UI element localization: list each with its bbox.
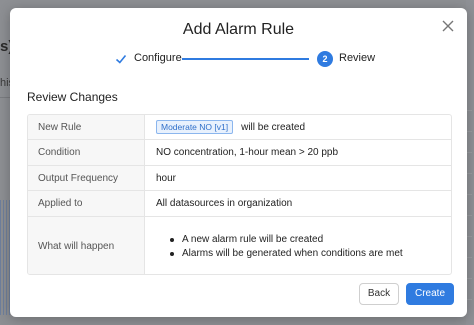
table-row-output-frequency: Output Frequency hour xyxy=(28,166,451,191)
row-label: What will happen xyxy=(28,217,145,274)
table-row-condition: Condition NO concentration, 1-hour mean … xyxy=(28,140,451,166)
table-row-what-will-happen: What will happen A new alarm rule will b… xyxy=(28,217,451,274)
outcome-list: A new alarm rule will be created Alarms … xyxy=(156,233,403,261)
add-alarm-rule-dialog: Add Alarm Rule Configure 2 Review Review… xyxy=(10,8,467,317)
step-review-label: Review xyxy=(339,52,376,64)
table-row-applied-to: Applied to All datasources in organizati… xyxy=(28,191,451,217)
row-value: A new alarm rule will be created Alarms … xyxy=(146,217,451,274)
step-review-number: 2 xyxy=(317,51,333,67)
section-title: Review Changes xyxy=(27,90,118,104)
row-label: Output Frequency xyxy=(28,166,145,190)
step-configure-label: Configure xyxy=(134,52,182,64)
list-item: A new alarm rule will be created xyxy=(170,233,403,247)
stepper: Configure 2 Review xyxy=(10,49,467,69)
close-button[interactable] xyxy=(441,19,455,33)
rule-badge: Moderate NO [v1] xyxy=(156,120,234,134)
back-button[interactable]: Back xyxy=(359,283,399,305)
review-table: New Rule Moderate NO [v1] will be create… xyxy=(27,114,452,275)
step-configure-check-icon xyxy=(114,52,128,66)
row-value: hour xyxy=(156,172,177,184)
table-row-new-rule: New Rule Moderate NO [v1] will be create… xyxy=(28,115,451,140)
row-label: Condition xyxy=(28,140,145,165)
row-label: New Rule xyxy=(28,115,145,139)
create-button[interactable]: Create xyxy=(406,283,454,305)
stepper-connector xyxy=(182,58,309,60)
row-value: Moderate NO [v1] will be created xyxy=(146,115,451,139)
list-item: Alarms will be generated when conditions… xyxy=(170,247,403,261)
background-right-fragment xyxy=(467,90,472,310)
row-label: Applied to xyxy=(28,191,145,216)
row-value: All datasources in organization xyxy=(156,198,293,209)
row-value: NO concentration, 1-hour mean > 20 ppb xyxy=(156,147,339,158)
close-icon xyxy=(442,20,454,32)
dialog-title: Add Alarm Rule xyxy=(182,21,295,38)
row-value-suffix: will be created xyxy=(241,121,306,133)
